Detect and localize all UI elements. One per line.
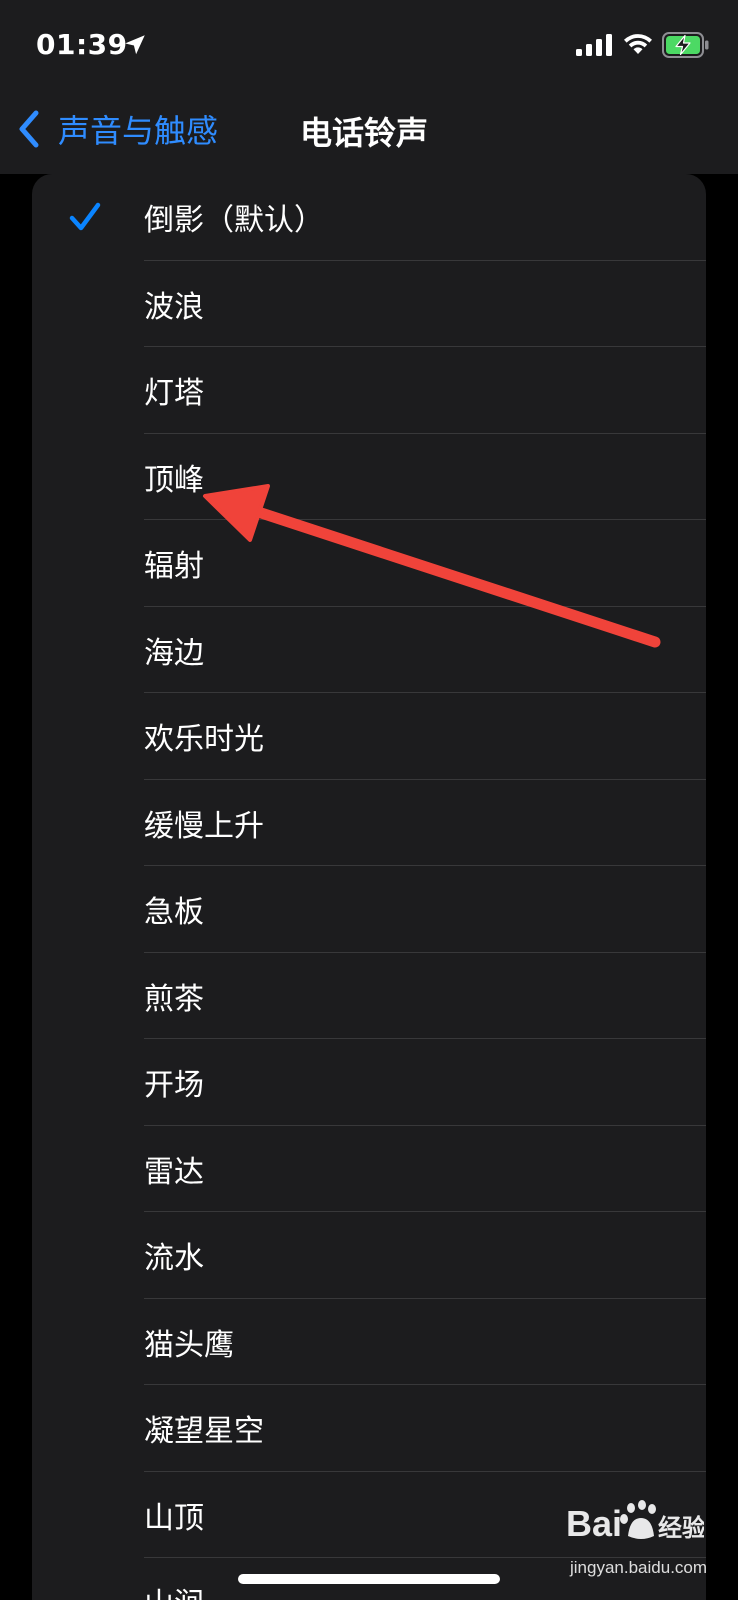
- ringtone-row[interactable]: 欢乐时光: [32, 693, 706, 780]
- ringtone-label: 欢乐时光: [144, 722, 264, 758]
- ringtone-row[interactable]: 顶峰: [32, 434, 706, 520]
- ringtone-row[interactable]: 猫头鹰: [32, 1299, 706, 1385]
- status-time: 01:39: [36, 28, 128, 61]
- ringtone-label: 流水: [144, 1241, 204, 1277]
- ringtone-label: 波浪: [144, 289, 204, 325]
- ringtone-label: 倒影（默认）: [144, 203, 324, 239]
- ringtone-label: 猫头鹰: [144, 1327, 234, 1363]
- wifi-icon: [624, 34, 652, 54]
- ringtone-row[interactable]: 急板: [32, 866, 706, 953]
- ringtone-row[interactable]: 倒影（默认）: [32, 174, 706, 261]
- ringtone-row[interactable]: 海边: [32, 607, 706, 693]
- ringtone-label: 缓慢上升: [144, 808, 264, 844]
- status-bar: 01:39: [0, 0, 738, 90]
- ringtone-label: 顶峰: [144, 462, 204, 498]
- ringtone-row[interactable]: 开场: [32, 1039, 706, 1126]
- ringtone-label: 煎茶: [144, 981, 204, 1017]
- ringtone-label: 凝望星空: [144, 1414, 264, 1450]
- ringtone-label: 辐射: [144, 549, 204, 585]
- navigation-bar: 声音与触感 电话铃声: [0, 90, 738, 174]
- ringtone-row[interactable]: 凝望星空: [32, 1385, 706, 1472]
- ringtone-label: 灯塔: [144, 376, 204, 412]
- back-button[interactable]: 声音与触感: [14, 102, 218, 156]
- home-indicator[interactable]: [238, 1574, 500, 1584]
- ringtone-label: 山涧: [144, 1579, 204, 1600]
- ringtone-row[interactable]: 流水: [32, 1212, 706, 1299]
- ringtone-label: 海边: [144, 635, 204, 671]
- checkmark-icon: [69, 203, 101, 231]
- ringtone-row[interactable]: 缓慢上升: [32, 780, 706, 866]
- ringtone-row[interactable]: 波浪: [32, 261, 706, 347]
- ringtone-label: 急板: [144, 895, 204, 931]
- ringtone-label: 山顶: [144, 1500, 204, 1536]
- ringtone-row[interactable]: 灯塔: [32, 347, 706, 434]
- ringtone-label: 开场: [144, 1068, 204, 1104]
- ringtone-row[interactable]: 煎茶: [32, 953, 706, 1039]
- ringtone-list: 倒影（默认） 波浪 灯塔 顶峰 辐射 海边 欢乐时光 缓慢上升 急板 煎茶 开场: [32, 174, 706, 1600]
- chevron-left-icon: [19, 110, 39, 148]
- ringtone-row[interactable]: 辐射: [32, 520, 706, 607]
- location-arrow-icon: [125, 35, 145, 55]
- page-title: 电话铃声: [300, 114, 429, 152]
- ringtone-label: 雷达: [144, 1154, 204, 1190]
- ringtone-row[interactable]: 雷达: [32, 1126, 706, 1212]
- ringtone-row[interactable]: 山顶: [32, 1472, 706, 1558]
- cellular-signal-icon: [576, 34, 612, 56]
- back-button-label: 声音与触感: [58, 112, 219, 150]
- battery-charging-icon: [662, 32, 709, 58]
